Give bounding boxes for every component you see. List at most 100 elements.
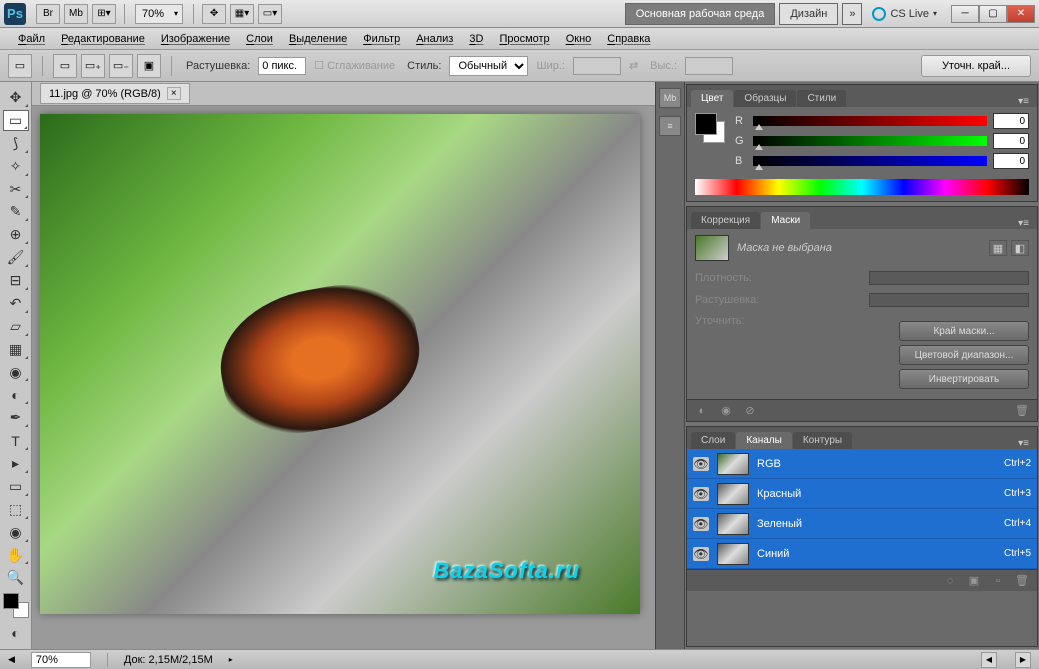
tab-styles[interactable]: Стили (797, 90, 846, 107)
menu-3d[interactable]: 3D (461, 33, 491, 45)
tool-preset-icon[interactable]: ▭ (8, 54, 32, 78)
status-menu-icon[interactable]: ▸ (229, 655, 233, 664)
tab-layers[interactable]: Слои (691, 432, 735, 449)
pen-tool-icon[interactable]: ✒ (3, 407, 29, 428)
blur-tool-icon[interactable]: ◉ (3, 362, 29, 383)
menu-edit[interactable]: Редактирование (53, 33, 153, 45)
red-value-input[interactable] (993, 113, 1029, 129)
mask-edge-button[interactable]: Край маски... (899, 321, 1029, 341)
add-selection-icon[interactable]: ▭₊ (81, 54, 105, 78)
color-range-button[interactable]: Цветовой диапазон... (899, 345, 1029, 365)
marquee-tool-icon[interactable]: ▭ (3, 110, 29, 131)
tab-color[interactable]: Цвет (691, 90, 733, 107)
cslive-button[interactable]: CS Live ▾ (864, 7, 945, 21)
delete-mask-icon[interactable]: 🗑 (1013, 403, 1031, 419)
intersect-selection-icon[interactable]: ▣ (137, 54, 161, 78)
move-tool-icon[interactable]: ✥ (3, 87, 29, 108)
load-channel-selection-icon[interactable]: ◌ (941, 573, 959, 589)
maximize-button[interactable]: ▢ (979, 5, 1007, 23)
close-document-icon[interactable]: × (167, 87, 181, 100)
tab-channels[interactable]: Каналы (736, 432, 792, 449)
subtract-selection-icon[interactable]: ▭₋ (109, 54, 133, 78)
eye-icon[interactable]: 👁 (693, 547, 709, 561)
apply-mask-icon[interactable]: ◉ (717, 403, 735, 419)
channel-red[interactable]: 👁 Красный Ctrl+3 (687, 479, 1037, 509)
eyedropper-tool-icon[interactable]: ✎ (3, 201, 29, 222)
blue-value-input[interactable] (993, 153, 1029, 169)
3d-camera-tool-icon[interactable]: ◉ (3, 522, 29, 543)
green-value-input[interactable] (993, 133, 1029, 149)
channel-rgb[interactable]: 👁 RGB Ctrl+2 (687, 449, 1037, 479)
history-brush-tool-icon[interactable]: ↶ (3, 293, 29, 314)
workspace-design-button[interactable]: Дизайн (779, 3, 838, 25)
zoom-tool-icon[interactable]: 🔍 (3, 567, 29, 588)
style-select[interactable]: Обычный (449, 56, 528, 76)
workspace-main-button[interactable]: Основная рабочая среда (625, 3, 776, 25)
minimize-button[interactable]: ─ (951, 5, 979, 23)
path-selection-tool-icon[interactable]: ▸ (3, 453, 29, 474)
dodge-tool-icon[interactable]: ◐ (3, 384, 29, 405)
view-extras-button[interactable]: ⊞▾ (92, 4, 116, 24)
eraser-tool-icon[interactable]: ▱ (3, 316, 29, 337)
hand-tool-icon[interactable]: ✥ (202, 4, 226, 24)
refine-edge-button[interactable]: Уточн. край... (921, 55, 1031, 77)
stamp-tool-icon[interactable]: ⊟ (3, 270, 29, 291)
brush-tool-icon[interactable]: 🖌 (3, 247, 29, 268)
channel-blue[interactable]: 👁 Синий Ctrl+5 (687, 539, 1037, 569)
blue-slider[interactable] (753, 156, 987, 166)
gradient-tool-icon[interactable]: ▦ (3, 339, 29, 360)
menu-analysis[interactable]: Анализ (408, 33, 461, 45)
dock-minibridge-icon[interactable]: Mb (659, 88, 681, 108)
dock-history-icon[interactable]: ≡ (659, 116, 681, 136)
load-mask-icon[interactable]: ◐ (693, 403, 711, 419)
tab-paths[interactable]: Контуры (793, 432, 852, 449)
bridge-button[interactable]: Br (36, 4, 60, 24)
eye-icon[interactable]: 👁 (693, 457, 709, 471)
magic-wand-tool-icon[interactable]: ✧ (3, 156, 29, 177)
menu-view[interactable]: Просмотр (491, 33, 557, 45)
panel-menu-icon[interactable]: ▾≡ (1014, 218, 1033, 229)
menu-file[interactable]: Файл (10, 33, 53, 45)
channel-green[interactable]: 👁 Зеленый Ctrl+4 (687, 509, 1037, 539)
scroll-right-icon[interactable]: ▶ (1015, 652, 1031, 668)
scroll-left-icon[interactable]: ◀ (981, 652, 997, 668)
green-slider[interactable] (753, 136, 987, 146)
color-spectrum[interactable] (695, 179, 1029, 195)
disable-mask-icon[interactable]: ⊘ (741, 403, 759, 419)
crop-tool-icon[interactable]: ✂ (3, 179, 29, 200)
zoom-input[interactable] (31, 652, 91, 668)
zoom-dropdown[interactable]: 70% (135, 4, 183, 24)
save-selection-channel-icon[interactable]: ▣ (965, 573, 983, 589)
vector-mask-icon[interactable]: ◧ (1011, 240, 1029, 256)
new-selection-icon[interactable]: ▭ (53, 54, 77, 78)
document-tab[interactable]: 11.jpg @ 70% (RGB/8) × (40, 83, 190, 104)
red-slider[interactable] (753, 116, 987, 126)
shape-tool-icon[interactable]: ▭ (3, 476, 29, 497)
tab-masks[interactable]: Маски (761, 212, 810, 229)
workspace-more-button[interactable]: » (842, 3, 862, 25)
pixel-mask-icon[interactable]: ▦ (989, 240, 1007, 256)
type-tool-icon[interactable]: T (3, 430, 29, 451)
lasso-tool-icon[interactable]: ⟆ (3, 133, 29, 154)
minibridge-button[interactable]: Mb (64, 4, 88, 24)
fg-bg-color-icon[interactable] (3, 593, 29, 618)
feather-input[interactable] (258, 57, 306, 75)
eye-icon[interactable]: 👁 (693, 517, 709, 531)
tab-swatches[interactable]: Образцы (734, 90, 796, 107)
quick-mask-icon[interactable]: ◐ (3, 623, 29, 644)
panel-menu-icon[interactable]: ▾≡ (1014, 96, 1033, 107)
menu-select[interactable]: Выделение (281, 33, 355, 45)
arrange-docs-button[interactable]: ▦▾ (230, 4, 254, 24)
menu-image[interactable]: Изображение (153, 33, 238, 45)
menu-filter[interactable]: Фильтр (355, 33, 408, 45)
menu-layers[interactable]: Слои (238, 33, 281, 45)
close-button[interactable]: ✕ (1007, 5, 1035, 23)
menu-window[interactable]: Окно (558, 33, 600, 45)
healing-tool-icon[interactable]: ⊕ (3, 224, 29, 245)
new-channel-icon[interactable]: ▫ (989, 573, 1007, 589)
menu-help[interactable]: Справка (599, 33, 658, 45)
invert-button[interactable]: Инвертировать (899, 369, 1029, 389)
delete-channel-icon[interactable]: 🗑 (1013, 573, 1031, 589)
3d-tool-icon[interactable]: ⬚ (3, 499, 29, 520)
canvas-viewport[interactable]: BazaSofta.ru (32, 106, 655, 649)
